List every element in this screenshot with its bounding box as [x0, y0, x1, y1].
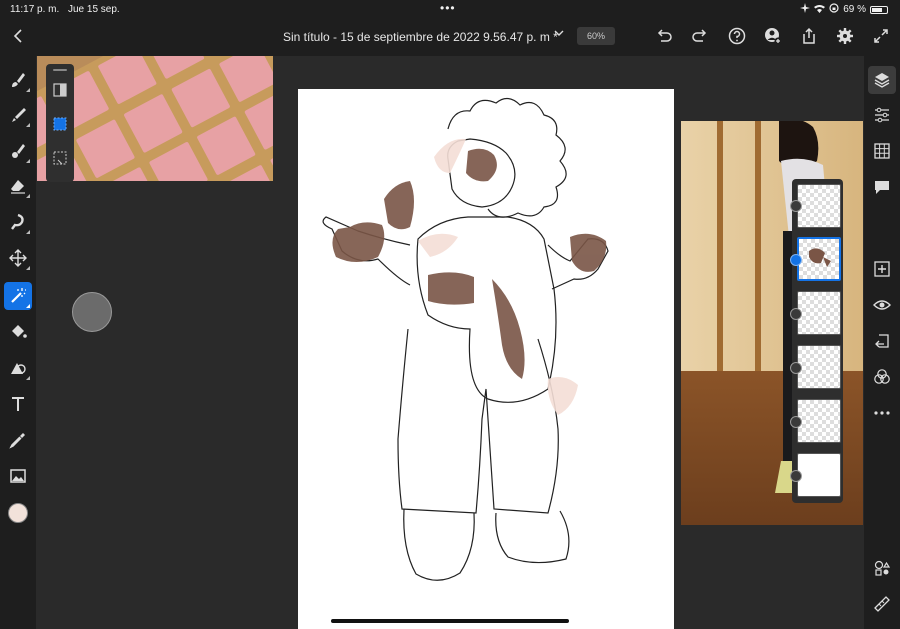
- shape-tool[interactable]: [4, 354, 32, 382]
- palette-drag-handle[interactable]: [53, 69, 67, 71]
- redo-icon[interactable]: [690, 26, 710, 46]
- photo-beam: [717, 121, 723, 372]
- add-layer-icon: [874, 261, 890, 277]
- layer-thumbnail-selected[interactable]: [797, 237, 841, 281]
- shape-icon: [11, 363, 26, 374]
- layer-type-indicator: [790, 308, 802, 320]
- image-tool[interactable]: [4, 462, 32, 490]
- eraser-icon: [11, 180, 25, 194]
- layer-type-indicator: [790, 200, 802, 212]
- pencil-brush-icon: [12, 108, 26, 122]
- grid-icon: [874, 143, 890, 159]
- grid-button[interactable]: [868, 137, 896, 165]
- layer-preview: [809, 248, 831, 267]
- more-icon: [874, 411, 890, 415]
- visibility-button[interactable]: [868, 291, 896, 319]
- layers-button[interactable]: [868, 66, 896, 94]
- eyedropper-icon: [9, 433, 25, 449]
- status-date: Jue 15 sep.: [68, 4, 120, 15]
- text-tool[interactable]: [4, 390, 32, 418]
- current-color-swatch[interactable]: [8, 503, 28, 523]
- left-toolbar: [0, 56, 36, 629]
- layers-panel: [790, 179, 843, 503]
- wifi-icon: [814, 4, 826, 16]
- layer-type-indicator: [790, 470, 802, 482]
- layer-thumbnail[interactable]: [797, 345, 841, 389]
- layer-thumbnail[interactable]: [797, 291, 841, 335]
- select-subject-button[interactable]: [50, 114, 70, 134]
- comments-button[interactable]: [868, 173, 896, 201]
- smudge-brush-tool[interactable]: [4, 101, 32, 129]
- layer-type-indicator: [790, 362, 802, 374]
- selection-palette: [46, 64, 74, 182]
- ruler-button[interactable]: [868, 590, 896, 618]
- image-icon: [10, 469, 26, 483]
- import-button[interactable]: [868, 327, 896, 355]
- layer-type-indicator: [790, 254, 802, 266]
- mixer-brush-icon: [12, 144, 25, 158]
- ios-status-bar: 11:17 p. m. Jue 15 sep. ••• 69 %: [0, 0, 900, 18]
- zoom-level[interactable]: 60%: [577, 27, 615, 45]
- layer-thumbnail[interactable]: [797, 399, 841, 443]
- liquify-tool[interactable]: [4, 208, 32, 236]
- eraser-tool[interactable]: [4, 172, 32, 200]
- canvas-area[interactable]: [36, 56, 864, 629]
- document-title[interactable]: Sin título - 15 de septiembre de 2022 9.…: [283, 30, 558, 44]
- adjustments-button[interactable]: [868, 101, 896, 129]
- brush-icon: [12, 73, 25, 87]
- battery-percent: 69 %: [843, 4, 866, 15]
- comment-icon: [875, 181, 889, 194]
- multitask-dots[interactable]: •••: [440, 1, 456, 15]
- eyedropper-tool[interactable]: [4, 426, 32, 454]
- back-icon[interactable]: [10, 26, 28, 46]
- liquify-icon: [11, 213, 24, 230]
- shapes-button[interactable]: [868, 554, 896, 582]
- deselect-button[interactable]: [50, 148, 70, 168]
- import-icon: [875, 334, 889, 348]
- chevron-down-icon[interactable]: [553, 27, 565, 42]
- top-bar: Sin título - 15 de septiembre de 2022 9.…: [0, 18, 900, 56]
- ruler-icon: [874, 596, 890, 612]
- add-layer-button[interactable]: [868, 255, 896, 283]
- home-indicator[interactable]: [331, 619, 569, 623]
- invert-selection-button[interactable]: [50, 80, 70, 100]
- layer-thumbnail-background[interactable]: [797, 453, 841, 497]
- undo-icon[interactable]: [654, 26, 674, 46]
- help-icon[interactable]: [727, 26, 747, 46]
- document-canvas[interactable]: [298, 89, 674, 629]
- move-icon: [9, 249, 27, 267]
- invert-selection-icon: [53, 83, 67, 97]
- right-toolbar: [864, 56, 900, 629]
- blend-button[interactable]: [868, 363, 896, 391]
- text-icon: [12, 397, 24, 411]
- mixer-brush-tool[interactable]: [4, 137, 32, 165]
- layer-type-indicator: [790, 416, 802, 428]
- deselect-icon: [53, 151, 67, 165]
- fullscreen-icon[interactable]: [871, 26, 891, 46]
- more-button[interactable]: [868, 399, 896, 427]
- lock-rotation-icon: [829, 3, 839, 16]
- status-time: 11:17 p. m.: [10, 4, 60, 15]
- touch-shortcut-button[interactable]: [72, 292, 112, 332]
- status-right: 69 %: [800, 3, 888, 16]
- eye-icon: [873, 300, 891, 310]
- magic-wand-icon: [11, 288, 26, 303]
- select-subject-icon: [53, 117, 67, 131]
- brush-tool[interactable]: [4, 66, 32, 94]
- gear-icon[interactable]: [835, 26, 855, 46]
- layers-icon: [874, 73, 890, 88]
- share-icon[interactable]: [799, 26, 819, 46]
- paint-bucket-icon: [12, 325, 27, 338]
- battery-icon: [870, 5, 888, 14]
- add-user-icon[interactable]: [763, 26, 783, 46]
- move-tool[interactable]: [4, 244, 32, 272]
- paint-bucket-tool[interactable]: [4, 318, 32, 346]
- character-drawing: [322, 97, 609, 581]
- airplane-icon: [800, 3, 811, 16]
- magic-wand-tool[interactable]: [4, 282, 32, 310]
- adjustments-icon: [875, 107, 889, 123]
- layer-thumbnail[interactable]: [797, 184, 841, 228]
- shapes-icon: [874, 560, 891, 576]
- blend-icon: [874, 369, 890, 384]
